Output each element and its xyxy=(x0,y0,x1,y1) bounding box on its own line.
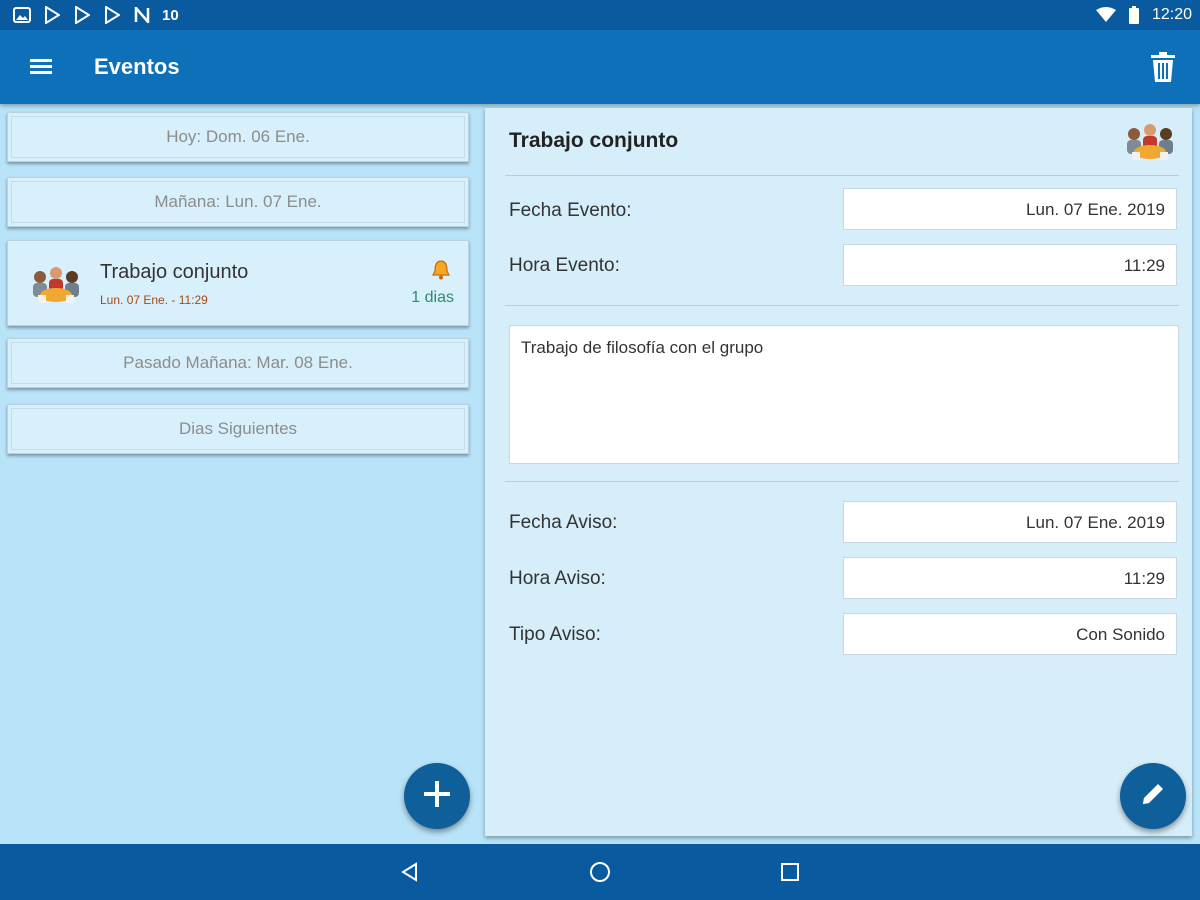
play-store-icon xyxy=(102,5,122,25)
hora-evento-label: Hora Evento: xyxy=(509,255,620,276)
add-event-button[interactable] xyxy=(404,763,470,829)
tipo-aviso-field[interactable]: Con Sonido xyxy=(843,613,1177,655)
event-days-remaining: 1 dias xyxy=(411,289,454,306)
play-store-icon xyxy=(72,5,92,25)
status-number: 10 xyxy=(162,6,179,24)
recents-square-icon[interactable] xyxy=(778,860,802,884)
fecha-evento-field[interactable]: Lun. 07 Ene. 2019 xyxy=(843,188,1177,230)
event-title: Trabajo conjunto xyxy=(100,261,249,283)
day-header-tomorrow[interactable]: Mañana: Lun. 07 Ene. xyxy=(7,177,469,227)
divider xyxy=(505,481,1179,482)
navigation-bar xyxy=(0,844,1200,900)
day-header-following[interactable]: Dias Siguientes xyxy=(7,404,469,454)
day-header-day-after[interactable]: Pasado Mañana: Mar. 08 Ene. xyxy=(7,338,469,388)
plus-icon xyxy=(421,778,453,815)
status-left-icons: 10 xyxy=(12,4,179,26)
day-header-today[interactable]: Hoy: Dom. 06 Ene. xyxy=(7,112,469,162)
hamburger-menu-icon[interactable] xyxy=(28,54,56,80)
app-title: Eventos xyxy=(94,54,180,79)
divider xyxy=(505,175,1179,176)
detail-title: Trabajo conjunto xyxy=(509,129,679,152)
tipo-aviso-label: Tipo Aviso: xyxy=(509,624,601,645)
play-store-icon xyxy=(42,5,62,25)
wifi-icon xyxy=(1095,5,1116,25)
home-circle-icon[interactable] xyxy=(588,860,612,884)
status-time: 12:20 xyxy=(1151,6,1192,23)
event-detail-panel: Trabajo conjunto Fecha Evento: Lun. 07 E… xyxy=(485,108,1192,836)
app-bar: Eventos xyxy=(0,30,1200,104)
gallery-icon xyxy=(12,5,32,25)
fecha-evento-label: Fecha Evento: xyxy=(509,200,632,221)
fecha-aviso-field[interactable]: Lun. 07 Ene. 2019 xyxy=(843,501,1177,543)
bell-icon xyxy=(430,259,452,281)
status-bar: 10 12:20 xyxy=(0,0,1200,30)
group-people-icon xyxy=(1121,120,1179,162)
fecha-aviso-label: Fecha Aviso: xyxy=(509,512,618,533)
battery-icon xyxy=(1124,5,1144,25)
hora-evento-field[interactable]: 11:29 xyxy=(843,244,1177,286)
divider xyxy=(505,305,1179,306)
group-people-icon xyxy=(28,263,84,305)
event-date-time: Lun. 07 Ene. - 11:29 xyxy=(100,293,208,307)
hora-aviso-field[interactable]: 11:29 xyxy=(843,557,1177,599)
edit-event-button[interactable] xyxy=(1120,763,1186,829)
n-icon xyxy=(132,5,152,25)
trash-icon[interactable] xyxy=(1148,50,1178,84)
hora-aviso-label: Hora Aviso: xyxy=(509,568,606,589)
event-description-field[interactable]: Trabajo de filosofía con el grupo xyxy=(509,325,1179,464)
status-right-icons: 12:20 xyxy=(1095,4,1192,26)
back-triangle-icon[interactable] xyxy=(398,860,422,884)
events-list: Hoy: Dom. 06 Ene. Mañana: Lun. 07 Ene. T… xyxy=(0,104,480,844)
event-card[interactable]: Trabajo conjunto Lun. 07 Ene. - 11:29 1 … xyxy=(7,240,469,326)
pencil-icon xyxy=(1138,779,1168,814)
